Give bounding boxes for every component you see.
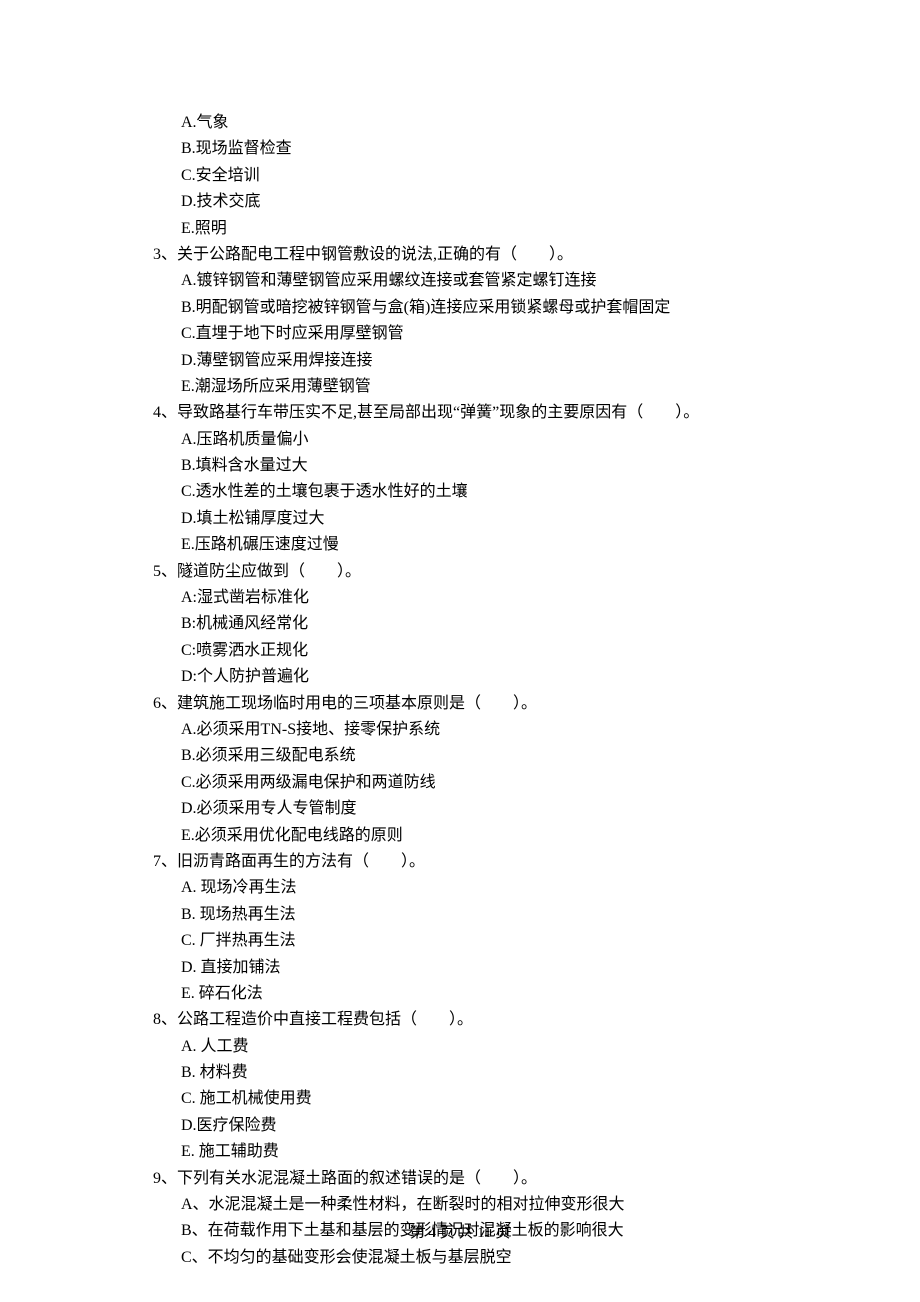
question-9-option-c: C、不均匀的基础变形会使混凝土板与基层脱空 [153,1245,840,1271]
question-4-option-c: C.透水性差的土壤包裹于透水性好的土壤 [153,479,840,505]
question-4-option-a: A.压路机质量偏小 [153,427,840,453]
question-6-option-e: E.必须采用优化配电线路的原则 [153,823,840,849]
question-4-stem: 4、导致路基行车带压实不足,甚至局部出现“弹簧”现象的主要原因有（ ）。 [153,400,840,426]
question-4-option-d: D.填土松铺厚度过大 [153,506,840,532]
question-7-option-a: A. 现场冷再生法 [153,875,840,901]
content-column: A.气象 B.现场监督检查 C.安全培训 D.技术交底 E.照明 3、关于公路配… [0,110,920,1271]
question-5-option-c: C:喷雾洒水正规化 [153,638,840,664]
question-6-option-a: A.必须采用TN-S接地、接零保护系统 [153,717,840,743]
question-8-option-d: D.医疗保险费 [153,1113,840,1139]
question-7-option-e: E. 碎石化法 [153,981,840,1007]
question-3-option-d: D.薄壁钢管应采用焊接连接 [153,348,840,374]
question-3-option-c: C.直埋于地下时应采用厚壁钢管 [153,321,840,347]
page-number: 第 4 页 共 11 页 [0,1221,920,1246]
document-page: A.气象 B.现场监督检查 C.安全培训 D.技术交底 E.照明 3、关于公路配… [0,0,920,1302]
question-8-option-b: B. 材料费 [153,1060,840,1086]
question-8-option-e: E. 施工辅助费 [153,1139,840,1165]
question-9-stem: 9、下列有关水泥混凝土路面的叙述错误的是（ ）。 [153,1166,840,1192]
question-4-option-e: E.压路机碾压速度过慢 [153,532,840,558]
question-7-option-c: C. 厂拌热再生法 [153,928,840,954]
question-3-stem: 3、关于公路配电工程中钢管敷设的说法,正确的有（ ）。 [153,242,840,268]
question-8-option-a: A. 人工费 [153,1034,840,1060]
question-7-option-b: B. 现场热再生法 [153,902,840,928]
option-a: A.气象 [153,110,840,136]
question-5-option-a: A:湿式凿岩标准化 [153,585,840,611]
question-5-option-d: D:个人防护普遍化 [153,664,840,690]
question-3-option-e: E.潮湿场所应采用薄壁钢管 [153,374,840,400]
question-5-option-b: B:机械通风经常化 [153,611,840,637]
question-5-stem: 5、隧道防尘应做到（ ）。 [153,559,840,585]
question-9-option-a: A、水泥混凝土是一种柔性材料，在断裂时的相对拉伸变形很大 [153,1192,840,1218]
question-6-option-c: C.必须采用两级漏电保护和两道防线 [153,770,840,796]
question-3-option-a: A.镀锌钢管和薄壁钢管应采用螺纹连接或套管紧定螺钉连接 [153,268,840,294]
question-7-option-d: D. 直接加铺法 [153,955,840,981]
option-e: E.照明 [153,216,840,242]
question-7-stem: 7、旧沥青路面再生的方法有（ ）。 [153,849,840,875]
question-6-option-b: B.必须采用三级配电系统 [153,743,840,769]
option-d: D.技术交底 [153,189,840,215]
question-8-option-c: C. 施工机械使用费 [153,1086,840,1112]
question-6-option-d: D.必须采用专人专管制度 [153,796,840,822]
question-8-stem: 8、公路工程造价中直接工程费包括（ ）。 [153,1007,840,1033]
option-c: C.安全培训 [153,163,840,189]
question-3-option-b: B.明配钢管或暗挖被锌钢管与盒(箱)连接应采用锁紧螺母或护套帽固定 [153,295,840,321]
question-4-option-b: B.填料含水量过大 [153,453,840,479]
question-6-stem: 6、建筑施工现场临时用电的三项基本原则是（ ）。 [153,691,840,717]
option-b: B.现场监督检查 [153,136,840,162]
